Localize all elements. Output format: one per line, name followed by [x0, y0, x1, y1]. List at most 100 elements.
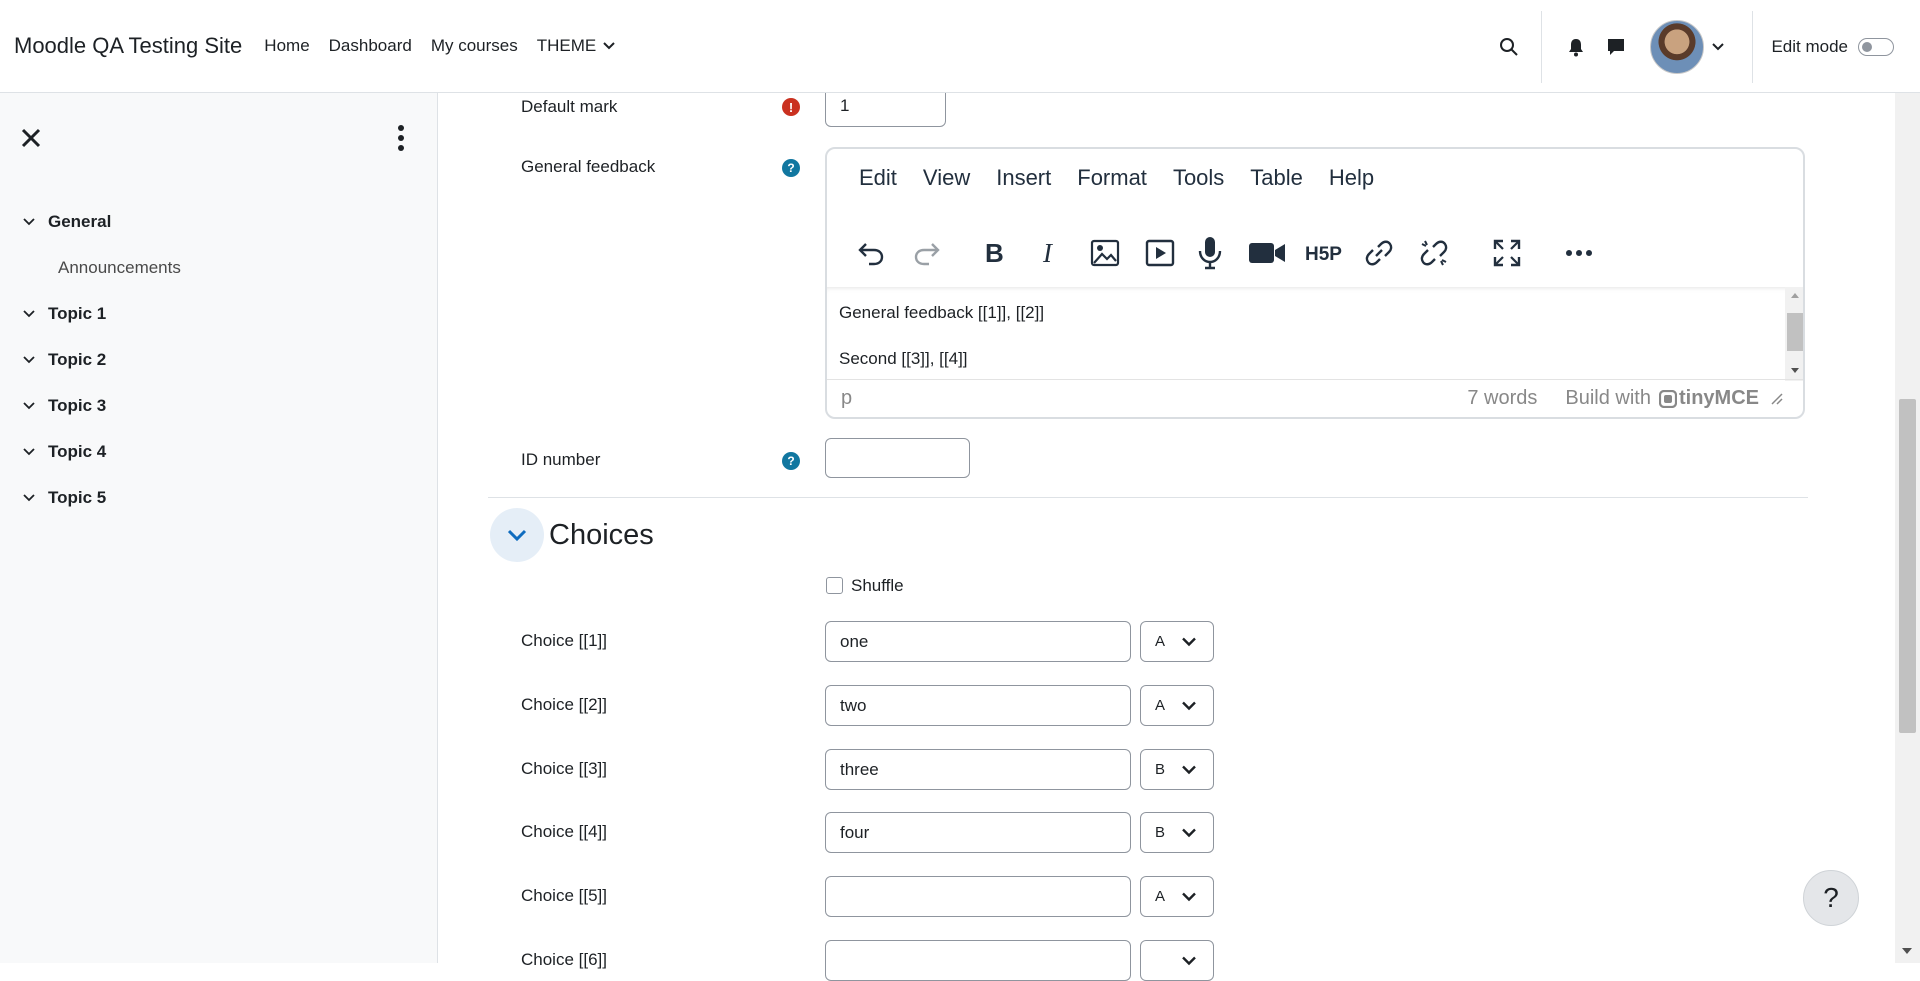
course-section-topic-5[interactable]: Topic 5: [0, 475, 438, 521]
choice-text-input[interactable]: three: [825, 749, 1131, 790]
nav-link-dashboard[interactable]: Dashboard: [329, 36, 412, 56]
navbar-divider: [1541, 10, 1543, 83]
chevron-down-icon[interactable]: [22, 488, 36, 508]
unlink-icon[interactable]: [1414, 233, 1454, 273]
editor-menu-help[interactable]: Help: [1329, 165, 1374, 191]
redo-icon[interactable]: [907, 233, 947, 273]
help-fab-button[interactable]: ?: [1803, 870, 1859, 926]
editor-menu-tools[interactable]: Tools: [1173, 165, 1224, 191]
shuffle-checkbox[interactable]: [826, 577, 843, 594]
editor-menu-edit[interactable]: Edit: [859, 165, 897, 191]
course-section-title: Topic 1: [48, 304, 107, 323]
page-scrollbar-thumb[interactable]: [1899, 399, 1916, 733]
italic-icon[interactable]: I: [1030, 233, 1070, 273]
undo-icon[interactable]: [851, 233, 891, 273]
choice-group-value: A: [1155, 633, 1166, 650]
choice-group-value: B: [1155, 761, 1166, 778]
user-avatar[interactable]: [1650, 19, 1705, 74]
messages-chat-icon[interactable]: [1596, 27, 1636, 67]
edit-mode-switch[interactable]: [1858, 37, 1894, 56]
choice-text-input[interactable]: [825, 940, 1131, 981]
choice-group-select[interactable]: B: [1140, 749, 1214, 790]
link-icon[interactable]: [1359, 233, 1399, 273]
general-feedback-label: General feedback: [521, 157, 656, 176]
fullscreen-icon[interactable]: [1487, 233, 1527, 273]
choice-text-input[interactable]: one: [825, 621, 1131, 662]
chevron-down-icon: [1181, 952, 1197, 969]
choice-label: Choice [[1]]: [521, 631, 607, 650]
required-exclamation-icon[interactable]: !: [782, 98, 800, 116]
editor-menu-insert[interactable]: Insert: [996, 165, 1051, 191]
h5p-icon[interactable]: H5P: [1304, 233, 1344, 273]
course-activity-announcements[interactable]: Announcements: [0, 245, 438, 291]
chevron-down-icon: [1181, 633, 1197, 650]
general-feedback-editor: Edit View Insert Format Tools Table Help…: [825, 147, 1805, 419]
record-audio-icon[interactable]: [1190, 233, 1230, 273]
course-section-general[interactable]: General: [0, 199, 438, 245]
page-scrollbar[interactable]: [1895, 93, 1920, 963]
course-section-topic-4[interactable]: Topic 4: [0, 429, 438, 475]
word-count[interactable]: 7 words: [1467, 387, 1537, 410]
svg-text:H5P: H5P: [1305, 244, 1342, 265]
course-section-topic-1[interactable]: Topic 1: [0, 291, 438, 337]
choice-group-select[interactable]: A: [1140, 685, 1214, 726]
more-options-kebab-icon[interactable]: [388, 123, 414, 153]
notifications-bell-icon[interactable]: [1556, 27, 1596, 67]
edit-mode-toggle[interactable]: Edit mode: [1771, 37, 1894, 57]
search-icon[interactable]: [1489, 27, 1529, 67]
navbar-right: Edit mode: [1489, 0, 1920, 93]
scroll-down-arrow-icon[interactable]: [1790, 367, 1800, 375]
media-icon[interactable]: [1140, 233, 1180, 273]
editor-menu-table[interactable]: Table: [1250, 165, 1303, 191]
help-question-icon[interactable]: ?: [782, 159, 800, 177]
site-name[interactable]: Moodle QA Testing Site: [14, 33, 242, 59]
user-menu-chevron-down-icon[interactable]: [1704, 27, 1732, 67]
shuffle-label[interactable]: Shuffle: [851, 576, 904, 596]
section-divider: [488, 497, 1808, 498]
choices-section-title: Choices: [549, 519, 654, 551]
close-drawer-icon[interactable]: [18, 125, 44, 151]
chevron-down-icon: [1181, 761, 1197, 778]
tinymce-logo[interactable]: tinyMCE: [1659, 387, 1759, 410]
editor-menu-view[interactable]: View: [923, 165, 970, 191]
id-number-input[interactable]: [825, 438, 970, 478]
record-video-icon[interactable]: [1247, 233, 1287, 273]
choice-label: Choice [[5]]: [521, 886, 607, 905]
tinymce-logo-icon: [1659, 389, 1677, 408]
chevron-down-icon[interactable]: [22, 396, 36, 416]
editor-scrollbar[interactable]: [1785, 287, 1803, 381]
more-icon[interactable]: [1559, 233, 1599, 273]
tinymce-brand-name: tinyMCE: [1679, 387, 1759, 409]
help-question-icon[interactable]: ?: [782, 452, 800, 470]
scroll-down-arrow-icon[interactable]: [1901, 947, 1913, 955]
element-path[interactable]: p: [841, 387, 852, 410]
collapse-section-button[interactable]: [490, 508, 544, 562]
resize-handle-icon[interactable]: [1771, 392, 1783, 405]
course-section-title: Topic 5: [48, 488, 107, 507]
image-icon[interactable]: [1085, 233, 1125, 273]
choice-text-input[interactable]: [825, 876, 1131, 917]
choice-text-input[interactable]: two: [825, 685, 1131, 726]
scroll-up-arrow-icon[interactable]: [1790, 291, 1800, 299]
chevron-down-icon[interactable]: [22, 442, 36, 462]
editor-toolbar: B I H5P: [827, 219, 1803, 285]
choice-group-select[interactable]: A: [1140, 876, 1214, 917]
choice-group-select[interactable]: [1140, 940, 1214, 981]
chevron-down-icon[interactable]: [22, 350, 36, 370]
id-number-label: ID number: [521, 450, 601, 469]
course-section-topic-3[interactable]: Topic 3: [0, 383, 438, 429]
course-section-topic-2[interactable]: Topic 2: [0, 337, 438, 383]
nav-link-theme-dropdown[interactable]: THEME: [537, 36, 617, 56]
nav-link-home[interactable]: Home: [264, 36, 309, 56]
chevron-down-icon[interactable]: [22, 212, 36, 232]
nav-link-my-courses[interactable]: My courses: [431, 36, 518, 56]
bold-icon[interactable]: B: [975, 233, 1015, 273]
choice-text-input[interactable]: four: [825, 812, 1131, 853]
course-section-title: Topic 2: [48, 350, 107, 369]
editor-scrollbar-thumb[interactable]: [1787, 313, 1803, 351]
editor-content-area[interactable]: General feedback [[1]], [[2]] Second [[3…: [827, 287, 1803, 381]
choice-group-select[interactable]: B: [1140, 812, 1214, 853]
chevron-down-icon[interactable]: [22, 304, 36, 324]
choice-group-select[interactable]: A: [1140, 621, 1214, 662]
editor-menu-format[interactable]: Format: [1077, 165, 1147, 191]
